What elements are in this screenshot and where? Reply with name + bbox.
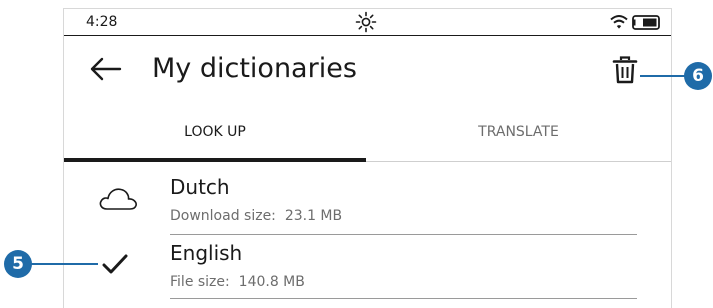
list-item-english[interactable]: English File size: 140.8 MB <box>64 235 671 299</box>
brightness-icon[interactable] <box>355 11 377 33</box>
status-bar: 4:28 <box>64 8 671 36</box>
dictionary-size: File size: 140.8 MB <box>170 274 305 290</box>
checkmark-icon <box>102 254 128 274</box>
cloud-icon <box>99 188 137 210</box>
tab-look-up[interactable]: LOOK UP <box>64 114 366 162</box>
size-value: 140.8 MB <box>238 274 305 290</box>
page-title: My dictionaries <box>152 53 357 84</box>
list-item-dutch[interactable]: Dutch Download size: 23.1 MB <box>64 171 671 235</box>
back-arrow-icon[interactable] <box>90 57 122 81</box>
tab-bar: LOOK UP TRANSLATE <box>64 114 671 170</box>
device-screen: 4:28 My dictionaries LOOK UP TRANSLATE D… <box>63 8 672 308</box>
battery-icon <box>632 15 660 30</box>
dictionary-size: Download size: 23.1 MB <box>170 208 342 224</box>
size-value: 23.1 MB <box>284 208 343 224</box>
callout-line-5 <box>30 263 98 265</box>
status-time: 4:28 <box>86 14 118 30</box>
row-divider <box>170 298 637 299</box>
header-bar: My dictionaries <box>64 35 671 95</box>
dictionary-name: English <box>170 241 243 265</box>
callout-line-6 <box>640 75 686 77</box>
trash-icon[interactable] <box>612 56 638 84</box>
size-label: Download size: <box>170 208 276 224</box>
wifi-icon <box>610 15 628 29</box>
dictionary-name: Dutch <box>170 175 230 199</box>
size-label: File size: <box>170 274 230 290</box>
callout-badge-6: 6 <box>684 62 712 90</box>
callout-badge-5: 5 <box>4 250 32 278</box>
tab-translate[interactable]: TRANSLATE <box>366 114 671 162</box>
